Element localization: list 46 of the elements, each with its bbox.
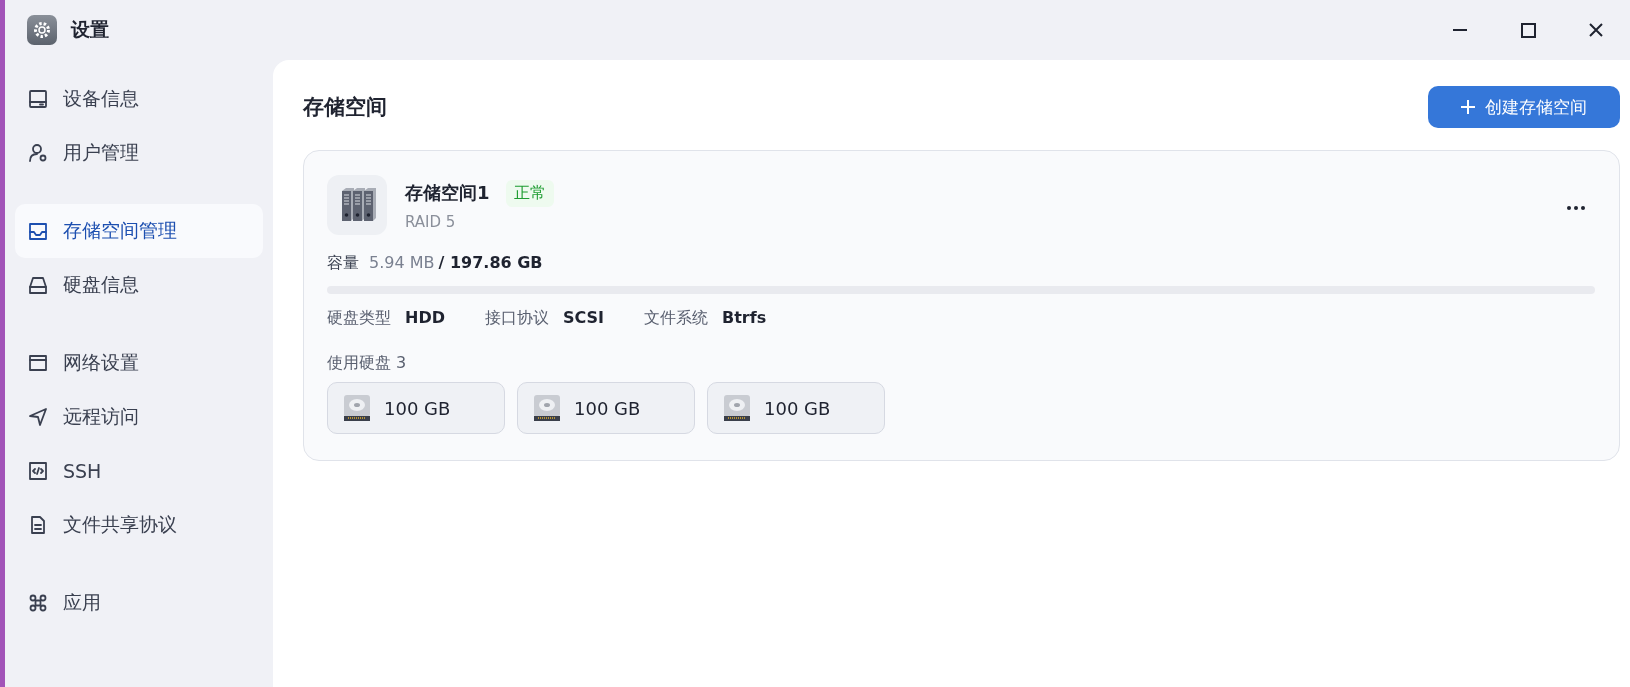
hard-disk-icon	[532, 393, 562, 423]
sidebar-item[interactable]: 设备信息	[15, 72, 263, 126]
disk-count: 使用硬盘 3	[327, 353, 408, 374]
sidebar-item[interactable]: 网络设置	[15, 336, 263, 390]
used-capacity: 5.94 MB	[369, 253, 435, 272]
spec-label: 接口协议	[484, 308, 549, 329]
sidebar-item[interactable]: SSH	[15, 444, 263, 498]
plus-icon	[1461, 100, 1475, 114]
gear-icon	[27, 15, 57, 45]
spec-value: SCSI	[562, 308, 604, 329]
disk-chip[interactable]: 100 GB	[517, 382, 695, 434]
sidebar-item[interactable]: 用户管理	[15, 126, 263, 180]
spec-label: 文件系统	[644, 308, 708, 329]
close-icon	[1589, 23, 1603, 37]
page-title: 存储空间	[303, 94, 387, 121]
send-icon	[27, 406, 49, 428]
hard-drive-icon	[27, 274, 49, 296]
sidebar-item[interactable]: 文件共享协议	[15, 498, 263, 552]
sidebar-item[interactable]: 硬盘信息	[15, 258, 263, 312]
create-storage-button[interactable]: 创建存储空间	[1428, 86, 1620, 128]
spec-label: 硬盘类型	[327, 308, 391, 329]
maximize-icon	[1520, 22, 1536, 38]
code-icon	[27, 460, 49, 482]
spec-value: HDD	[405, 308, 445, 329]
sidebar-item[interactable]: 远程访问	[15, 390, 263, 444]
disk-chip[interactable]: 100 GB	[707, 382, 885, 434]
window-icon	[27, 352, 49, 374]
sidebar-item[interactable]: 应用	[15, 576, 263, 630]
capacity-label: 容量	[327, 253, 359, 274]
command-icon	[27, 592, 49, 614]
spec-value: Btrfs	[722, 308, 767, 329]
monitor-icon	[27, 88, 49, 110]
inbox-icon	[27, 220, 49, 242]
more-icon	[1567, 205, 1585, 210]
minimize-icon	[1453, 29, 1467, 31]
pool-name: 存储空间1	[405, 181, 490, 205]
window-title: 设置	[71, 17, 109, 42]
raid-level: RAID 5	[405, 212, 457, 231]
hard-disk-icon	[342, 393, 372, 423]
disk-chip[interactable]: 100 GB	[327, 382, 505, 434]
sidebar-item[interactable]: 存储空间管理	[15, 204, 263, 258]
user-gear-icon	[27, 142, 49, 164]
hard-disk-icon	[722, 393, 752, 423]
total-capacity: / 197.86 GB	[438, 253, 543, 272]
server-icon	[327, 175, 387, 235]
status-badge: 正常	[505, 179, 554, 207]
